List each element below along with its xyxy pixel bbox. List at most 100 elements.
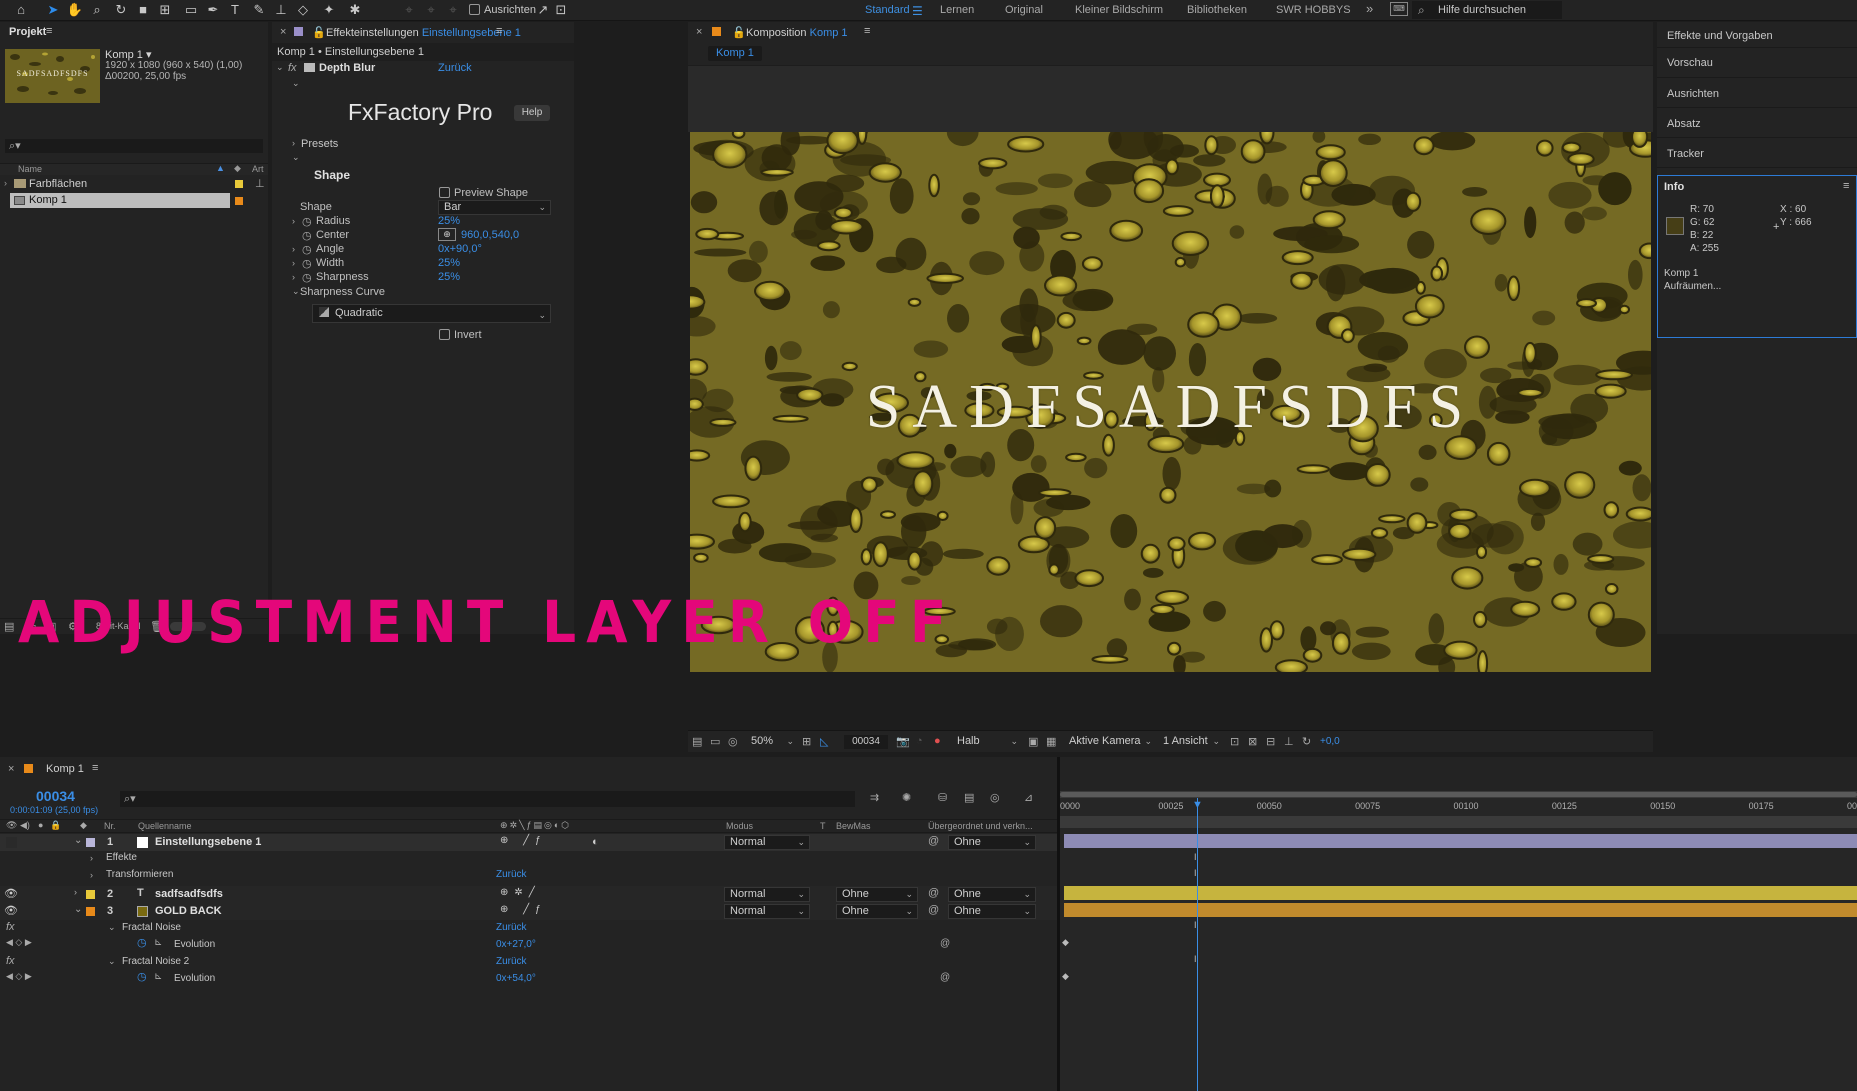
project-item-komp-1[interactable]: Komp 1	[10, 193, 230, 208]
comp-navigator-tab[interactable]: Komp 1	[708, 46, 762, 61]
column-type[interactable]: Art	[252, 164, 264, 174]
keyframe-navigator[interactable]: ◀ ◇ ▶	[6, 971, 32, 982]
camera-dropdown[interactable]: Aktive Kamera ⌄	[1064, 735, 1156, 750]
timeline-tab[interactable]: Komp 1	[46, 763, 84, 775]
column-mode[interactable]: Modus	[726, 821, 753, 831]
collapse-arrow-icon[interactable]: ⌄	[108, 956, 116, 967]
project-panel-title[interactable]: Projekt	[9, 26, 46, 38]
transparency-grid-icon[interactable]: ▦	[1046, 735, 1056, 748]
stopwatch-icon[interactable]: ◷	[302, 271, 312, 284]
toggle-pixel-aspect-icon[interactable]: ⊡	[1230, 735, 1239, 748]
layer-name[interactable]: Einstellungsebene 1	[155, 836, 261, 848]
effekte-group[interactable]: Effekte	[106, 852, 137, 863]
help-search-field[interactable]: ⌕ Hilfe durchsuchen	[1412, 1, 1562, 19]
text-tool-icon[interactable]: T	[226, 2, 244, 18]
layer-name[interactable]: sadfsadfsdfs	[155, 888, 223, 900]
eye-icon[interactable]: 👁	[4, 904, 18, 917]
angle-value[interactable]: 0x+90,0°	[438, 243, 482, 255]
adjustment-layer-switch-icon[interactable]: ◐	[592, 836, 599, 848]
collapse-arrow-icon[interactable]: ⌄	[74, 835, 82, 846]
transform-group[interactable]: Transformieren	[106, 869, 173, 880]
collapse-arrow-icon[interactable]: ⌄	[108, 922, 116, 933]
lock-icon[interactable]: 🔓	[732, 26, 746, 39]
roto-brush-tool-icon[interactable]: ✦	[320, 2, 338, 18]
eye-icon[interactable]: 👁	[4, 887, 18, 900]
keyframe-icon[interactable]: ◆	[1062, 971, 1069, 982]
collapse-arrow-icon[interactable]: ⌄	[292, 78, 300, 89]
playhead-line[interactable]	[1197, 798, 1198, 1091]
collapse-arrow-icon[interactable]: ⌄	[292, 286, 300, 297]
effect-reset-link[interactable]: Zurück	[438, 62, 472, 74]
blend-mode-dropdown[interactable]: Normal ⌄	[724, 904, 810, 919]
close-tab-icon[interactable]: ×	[8, 763, 14, 775]
fit-icon[interactable]: ⊞	[802, 735, 811, 748]
flowchart-icon[interactable]: ⊥	[1284, 735, 1294, 748]
expand-arrow-icon[interactable]: ›	[90, 870, 93, 880]
work-area-bar[interactable]	[1060, 791, 1857, 798]
keyboard-icon[interactable]: ⌨	[1390, 2, 1408, 16]
panel-vorschau[interactable]: Vorschau	[1657, 49, 1857, 78]
expression-pickwhip-icon[interactable]: @	[940, 938, 950, 949]
shape-dropdown[interactable]: Bar ⌄	[438, 200, 551, 215]
region-of-interest-icon[interactable]: ▣	[1028, 735, 1038, 748]
layer-switches[interactable]: ⊕ ╱ƒ	[500, 835, 547, 846]
time-navigator[interactable]	[1060, 816, 1857, 828]
puppet-tool-icon[interactable]: ✱	[346, 2, 364, 18]
view-layout-dropdown[interactable]: 1 Ansicht ⌄	[1158, 735, 1224, 750]
column-source-name[interactable]: Quellenname	[138, 821, 192, 831]
pickwhip-icon[interactable]: @	[928, 887, 939, 899]
blend-mode-dropdown[interactable]: Normal ⌄	[724, 835, 810, 850]
fast-previews-icon[interactable]: ⊠	[1248, 735, 1257, 748]
panel-menu-icon[interactable]: ≡	[864, 25, 870, 37]
timeline-icon[interactable]: ⊟	[1266, 735, 1275, 748]
stopwatch-icon[interactable]: ◷	[137, 970, 147, 983]
pickwhip-icon[interactable]: @	[928, 835, 939, 847]
stopwatch-icon[interactable]: ◷	[137, 936, 147, 949]
expand-arrow-icon[interactable]: ›	[74, 887, 77, 897]
exposure-value[interactable]: +0,0	[1320, 736, 1340, 747]
keyframe-navigator[interactable]: ◀ ◇ ▶	[6, 937, 32, 948]
project-item-farbflaechen[interactable]: › Farbflächen ⊥	[0, 177, 268, 191]
fractal-noise-reset-link[interactable]: Zurück	[496, 922, 527, 933]
stopwatch-icon[interactable]: ◷	[302, 257, 312, 270]
composition-mini-flowchart-icon[interactable]: ⇉	[870, 791, 879, 804]
evolution-1-value[interactable]: 0x+27,0°	[496, 939, 536, 950]
align-checkbox[interactable]: Ausrichten	[469, 4, 536, 16]
fx-icon[interactable]: fx	[6, 955, 15, 967]
stamp-tool-icon[interactable]: ⊥	[272, 2, 290, 18]
panel-menu-icon[interactable]: ≡	[1843, 180, 1849, 192]
selection-tool-icon[interactable]: ➤	[44, 2, 62, 18]
fractal-noise-2-reset-link[interactable]: Zurück	[496, 956, 527, 967]
show-snapshot-icon[interactable]: ◔	[916, 735, 923, 747]
label-color-swatch[interactable]	[86, 907, 95, 916]
parent-dropdown[interactable]: Ohne ⌄	[948, 835, 1036, 850]
time-ruler[interactable]: 0000 00025 00050 00075 00100 00125 00150 00175 0…	[1060, 801, 1857, 815]
blend-mode-dropdown[interactable]: Normal ⌄	[724, 887, 810, 902]
visibility-toggle[interactable]	[6, 837, 17, 848]
workspace-kleiner-bildschirm[interactable]: Kleiner Bildschirm	[1075, 4, 1163, 16]
panel-menu-icon[interactable]: ≡	[46, 25, 52, 37]
vr-icon[interactable]: ◎	[728, 735, 738, 748]
panel-absatz[interactable]: Absatz	[1657, 109, 1857, 138]
rectangle-tool-icon[interactable]: ▭	[182, 2, 200, 18]
label-color-swatch[interactable]	[235, 197, 243, 205]
timeline-search-input[interactable]: ⌕▾	[120, 791, 855, 807]
label-tag-icon[interactable]: ◆	[234, 163, 241, 174]
evolution-2-value[interactable]: 0x+54,0°	[496, 973, 536, 984]
layer-row-2[interactable]: 👁 › 2 T sadfsadfsdfs ⊕✲╱ Normal ⌄ Ohne ⌄ @…	[0, 886, 1057, 903]
lock-icon[interactable]: 🔓	[312, 26, 326, 39]
collapse-arrow-icon[interactable]: ⌄	[276, 62, 284, 73]
monitor-icon[interactable]: ▭	[710, 735, 720, 748]
keyframe-icon[interactable]: ◆	[1062, 937, 1069, 948]
sharpness-value[interactable]: 25%	[438, 271, 460, 283]
graph-editor-icon[interactable]: ⊿	[1024, 791, 1033, 804]
curve-dropdown[interactable]: Quadratic ⌄	[312, 304, 551, 323]
pen-tool-icon[interactable]: ✒	[204, 2, 222, 18]
workspace-original[interactable]: Original	[1005, 4, 1043, 16]
grid-snap-icon[interactable]: ⊡	[552, 2, 570, 18]
pickwhip-icon[interactable]: @	[928, 904, 939, 916]
frame-blending-icon[interactable]: ▤	[964, 791, 974, 804]
column-nr[interactable]: Nr.	[104, 821, 116, 831]
column-parent[interactable]: Übergeordnet und verkn...	[928, 821, 1033, 831]
expand-arrow-icon[interactable]: ›	[292, 258, 295, 268]
